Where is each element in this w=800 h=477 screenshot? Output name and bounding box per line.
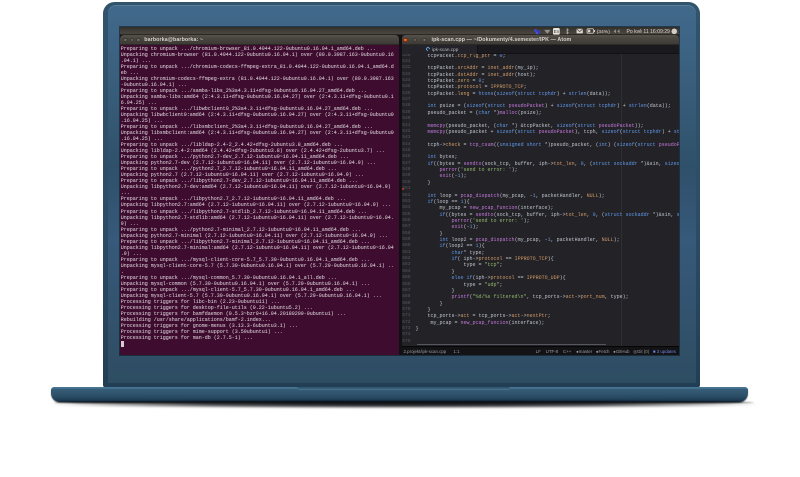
- svg-text:Po kvě 11 16:09:29: Po kvě 11 16:09:29: [626, 29, 670, 35]
- svg-text:(34%): (34%): [596, 28, 610, 34]
- svg-text:En: En: [553, 28, 559, 33]
